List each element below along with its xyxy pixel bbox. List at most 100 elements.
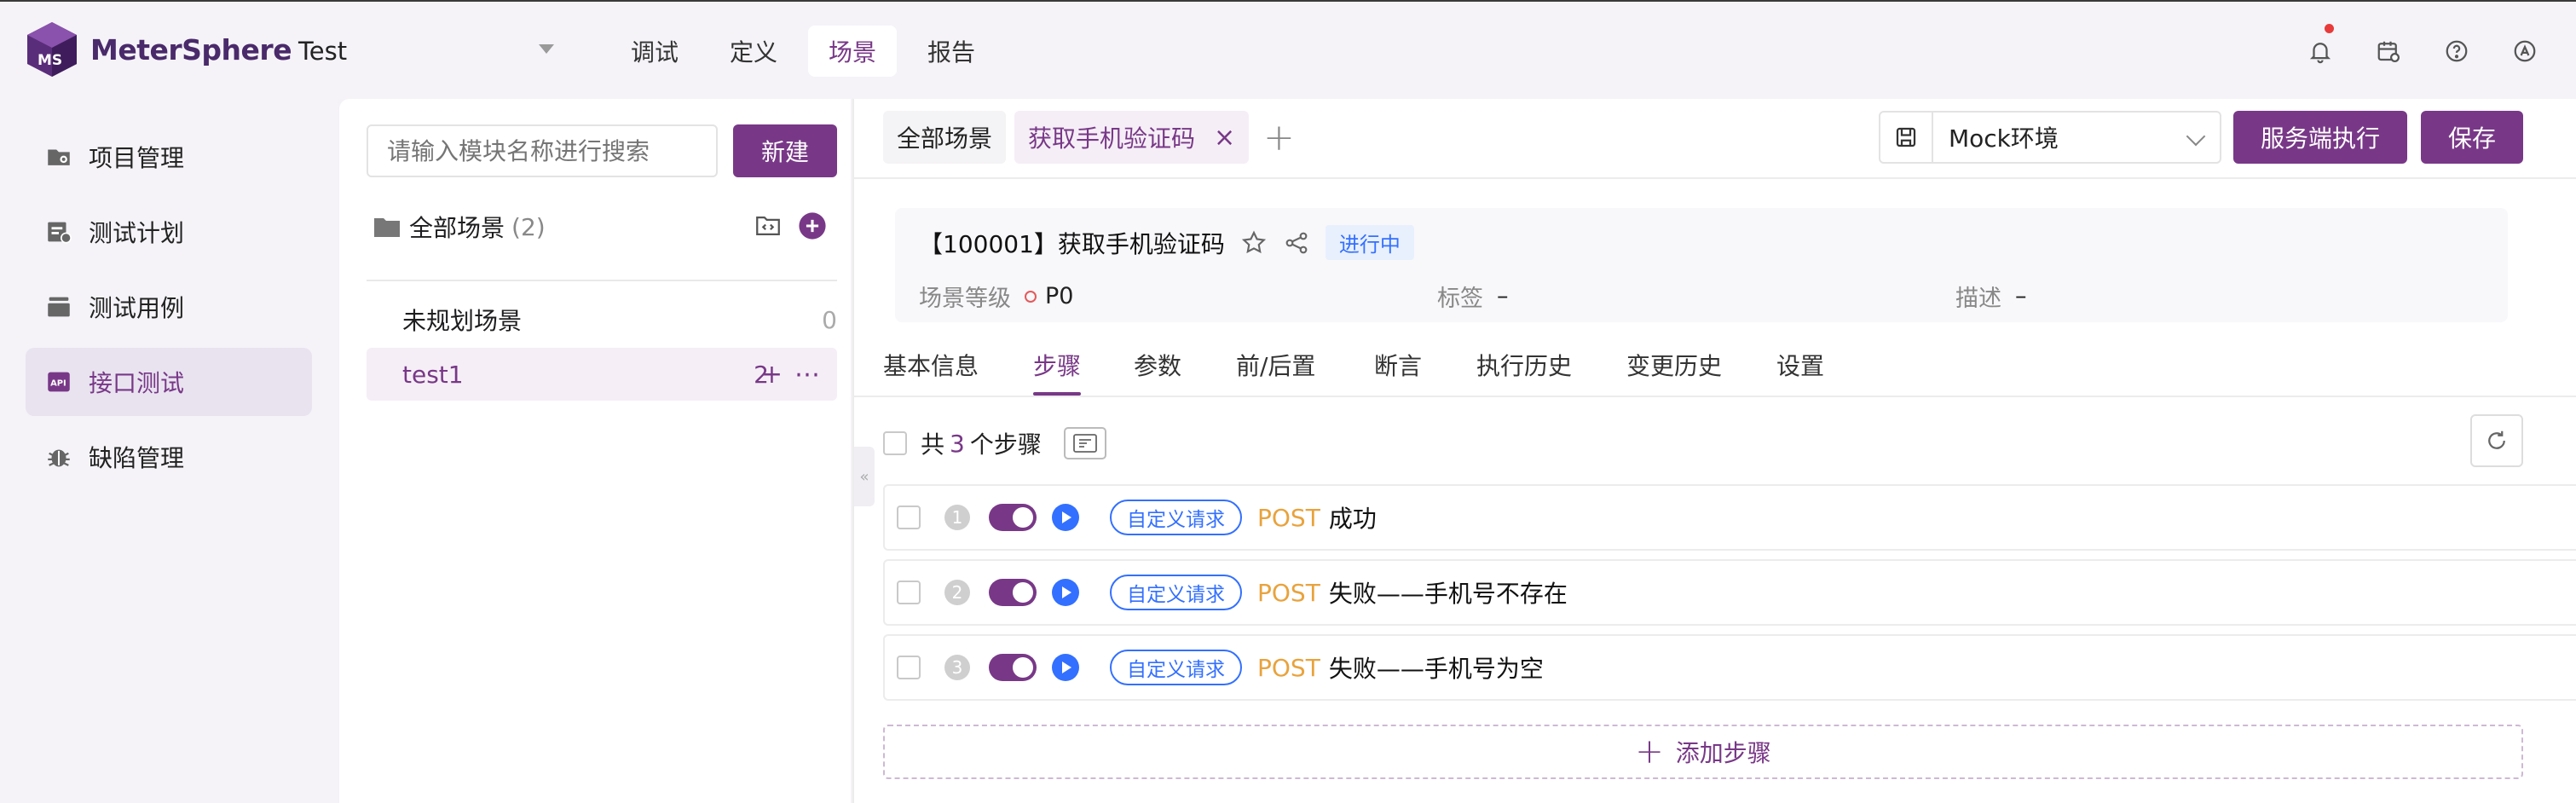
tag-label: 标签 <box>1437 286 1483 312</box>
tab-exec-history[interactable]: 执行历史 <box>1476 348 1572 382</box>
chevron-down-icon <box>2186 126 2206 147</box>
desc-value: – <box>2015 283 2027 309</box>
stack-icon <box>48 297 70 317</box>
add-module-icon[interactable] <box>798 211 827 240</box>
menu-item-api-test[interactable]: API 接口测试 <box>26 348 312 416</box>
folder-code-icon[interactable] <box>754 211 783 240</box>
menu-item-test-case[interactable]: 测试用例 <box>26 273 312 341</box>
env-name: Mock环境 <box>1949 124 2059 153</box>
menu-item-label: 测试用例 <box>89 294 185 322</box>
tab-change-history[interactable]: 变更历史 <box>1626 348 1722 382</box>
refresh-icon <box>2488 430 2505 449</box>
status-badge: 进行中 <box>1325 225 1414 260</box>
step-name: 成功 <box>1328 505 1377 533</box>
left-menu: 项目管理 测试计划 测试用例 API 接口测试 缺陷管理 <box>0 99 338 803</box>
calendar-icon[interactable] <box>2371 36 2406 66</box>
step-type-tag: 自定义请求 <box>1110 575 1242 610</box>
topnav-debug[interactable]: 调试 <box>610 26 699 77</box>
logo-cube-icon: MS <box>27 22 77 77</box>
level-value: P0 <box>1045 283 1074 309</box>
topnav-report[interactable]: 报告 <box>907 26 996 77</box>
top-icons <box>2303 24 2576 66</box>
add-step-label: 添加步骤 <box>1675 739 1771 767</box>
project-selector[interactable]: Test <box>298 32 563 70</box>
project-name: Test <box>298 37 348 66</box>
star-icon[interactable] <box>1240 229 1268 257</box>
language-icon[interactable] <box>2508 36 2542 66</box>
new-module-button[interactable]: 新建 <box>733 124 837 177</box>
tab-steps[interactable]: 步骤 <box>1033 348 1082 396</box>
tab-params[interactable]: 参数 <box>1134 348 1181 382</box>
caret-down-icon <box>539 44 554 54</box>
environment-select[interactable]: Mock环境 <box>1879 111 2221 164</box>
plus-icon: + <box>1635 732 1664 771</box>
step-type-tag: 自定义请求 <box>1110 650 1242 685</box>
menu-item-label: 接口测试 <box>89 369 185 397</box>
menu-item-test-plan[interactable]: 测试计划 <box>26 198 312 266</box>
tree-item-test1[interactable]: test1 2 + ⋯ <box>367 348 837 401</box>
step-enable-toggle[interactable] <box>989 654 1037 681</box>
folder-settings-icon <box>48 149 70 165</box>
topnav-scenario[interactable]: 场景 <box>808 26 898 77</box>
step-checkbox[interactable] <box>897 505 921 529</box>
tree-item-unplanned[interactable]: 未规划场景 0 <box>367 293 837 346</box>
bell-icon[interactable] <box>2303 24 2337 66</box>
meta-tag: 标签 – <box>1437 280 1509 313</box>
plus-icon[interactable]: + <box>761 360 783 390</box>
step-number: 1 <box>944 505 970 530</box>
expand-steps-icon[interactable] <box>1063 427 1106 459</box>
close-icon[interactable]: × <box>1214 123 1235 153</box>
save-button[interactable]: 保存 <box>2421 111 2523 164</box>
topnav-definition[interactable]: 定义 <box>709 26 798 77</box>
svg-text:API: API <box>50 378 66 388</box>
steps-header: 共 3 个步骤 <box>883 426 1106 460</box>
step-checkbox[interactable] <box>897 656 921 679</box>
app-logo[interactable]: MS MeterSphere <box>26 20 292 78</box>
add-tab-icon[interactable]: + <box>1263 116 1295 159</box>
help-icon[interactable] <box>2440 36 2474 66</box>
collapse-panel-icon[interactable]: « <box>854 447 875 506</box>
tab-basic-info[interactable]: 基本信息 <box>883 348 979 382</box>
step-row[interactable]: 3 自定义请求 POST 失败——手机号为空 <box>883 634 2576 701</box>
step-enable-toggle[interactable] <box>989 504 1037 531</box>
add-step-button[interactable]: + 添加步骤 <box>883 725 2523 779</box>
tab-current-scenario[interactable]: 获取手机验证码 × <box>1014 111 1250 164</box>
tree-item-label: 未规划场景 <box>402 307 523 335</box>
step-method: POST <box>1257 653 1320 682</box>
folder-icon <box>374 218 400 237</box>
menu-item-bug[interactable]: 缺陷管理 <box>26 423 312 491</box>
scenario-tab-bar: 全部场景 获取手机验证码 × + Mock环境 服务端执行 保存 <box>854 99 2576 179</box>
desc-label: 描述 <box>1955 286 2001 312</box>
notification-dot <box>2325 24 2334 33</box>
tree-root-all-scenarios[interactable]: 全部场景 (2) <box>373 210 840 244</box>
play-icon[interactable] <box>1052 504 1079 531</box>
tab-all-scenarios[interactable]: 全部场景 <box>883 111 1007 164</box>
play-icon[interactable] <box>1052 579 1079 606</box>
tree-root-actions <box>738 211 827 240</box>
more-icon[interactable]: ⋯ <box>794 360 820 390</box>
meta-level: 场景等级 P0 <box>919 280 1073 313</box>
select-all-checkbox[interactable] <box>883 431 907 455</box>
tab-assertion[interactable]: 断言 <box>1374 348 1422 382</box>
module-panel: 新建 全部场景 (2) 未规划场景 0 test1 2 + ⋯ <box>339 99 851 803</box>
scenario-title: 【100001】获取手机验证码 <box>919 229 1225 258</box>
menu-item-project[interactable]: 项目管理 <box>26 123 312 191</box>
tab-pre-post[interactable]: 前/后置 <box>1236 348 1315 382</box>
tab-label: 获取手机验证码 <box>1028 124 1196 153</box>
module-search-input[interactable] <box>367 124 718 177</box>
tab-settings[interactable]: 设置 <box>1776 348 1824 382</box>
play-icon[interactable] <box>1052 654 1079 681</box>
svg-text:MS: MS <box>38 52 62 69</box>
refresh-button[interactable] <box>2470 414 2523 467</box>
step-enable-toggle[interactable] <box>989 579 1037 606</box>
level-label: 场景等级 <box>919 286 1011 312</box>
step-checkbox[interactable] <box>897 581 921 604</box>
step-row[interactable]: 1 自定义请求 POST 成功 <box>883 484 2576 551</box>
share-icon[interactable] <box>1283 229 1310 257</box>
tree-item-count: 0 <box>822 305 837 334</box>
tree-root-count: (2) <box>511 212 546 241</box>
server-execute-button[interactable]: 服务端执行 <box>2233 111 2407 164</box>
step-row[interactable]: 2 自定义请求 POST 失败——手机号不存在 <box>883 559 2576 626</box>
api-icon: API <box>48 372 70 392</box>
step-number: 3 <box>944 655 970 680</box>
